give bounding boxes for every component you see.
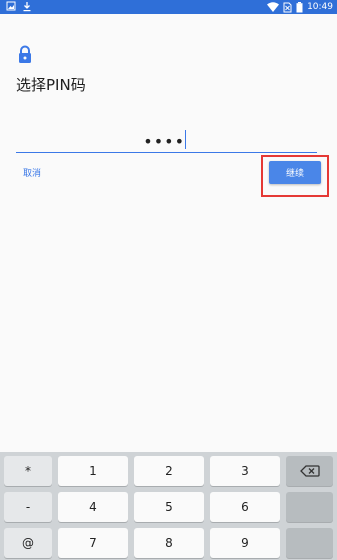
key-4[interactable]: 4 <box>58 492 128 522</box>
key-1[interactable]: 1 <box>58 456 128 486</box>
key-3[interactable]: 3 <box>210 456 280 486</box>
key-9[interactable]: 9 <box>210 528 280 558</box>
status-bar: 10:49 <box>0 0 337 14</box>
key-at[interactable]: @ <box>4 528 52 558</box>
download-icon <box>23 2 31 12</box>
backspace-key[interactable] <box>286 456 333 486</box>
key-7[interactable]: 7 <box>58 528 128 558</box>
backspace-icon <box>299 465 320 477</box>
key-8[interactable]: 8 <box>134 528 204 558</box>
key-blank-right[interactable] <box>286 492 333 522</box>
key-dash[interactable]: - <box>4 492 52 522</box>
pin-input[interactable]: •••• <box>16 128 317 153</box>
no-sim-icon <box>283 2 292 12</box>
continue-button[interactable]: 继续 <box>269 161 321 184</box>
key-asterisk[interactable]: * <box>4 456 52 486</box>
battery-icon <box>296 1 303 13</box>
key-5[interactable]: 5 <box>134 492 204 522</box>
cancel-button[interactable]: 取消 <box>23 166 41 179</box>
key-2[interactable]: 2 <box>134 456 204 486</box>
notification-image-icon <box>6 1 16 11</box>
status-left-icons <box>6 1 32 12</box>
text-caret <box>185 130 186 149</box>
key-blank-right-2[interactable] <box>286 528 333 558</box>
pin-masked-value: •••• <box>143 132 185 151</box>
status-time: 10:49 <box>307 2 333 12</box>
lock-icon <box>19 45 31 63</box>
status-right-icons: 10:49 <box>267 1 333 13</box>
wifi-icon <box>267 2 280 12</box>
key-6[interactable]: 6 <box>210 492 280 522</box>
page-title: 选择PIN码 <box>16 76 86 94</box>
numeric-keyboard: * 1 2 3 - 4 5 6 @ 7 8 9 <box>0 452 337 560</box>
